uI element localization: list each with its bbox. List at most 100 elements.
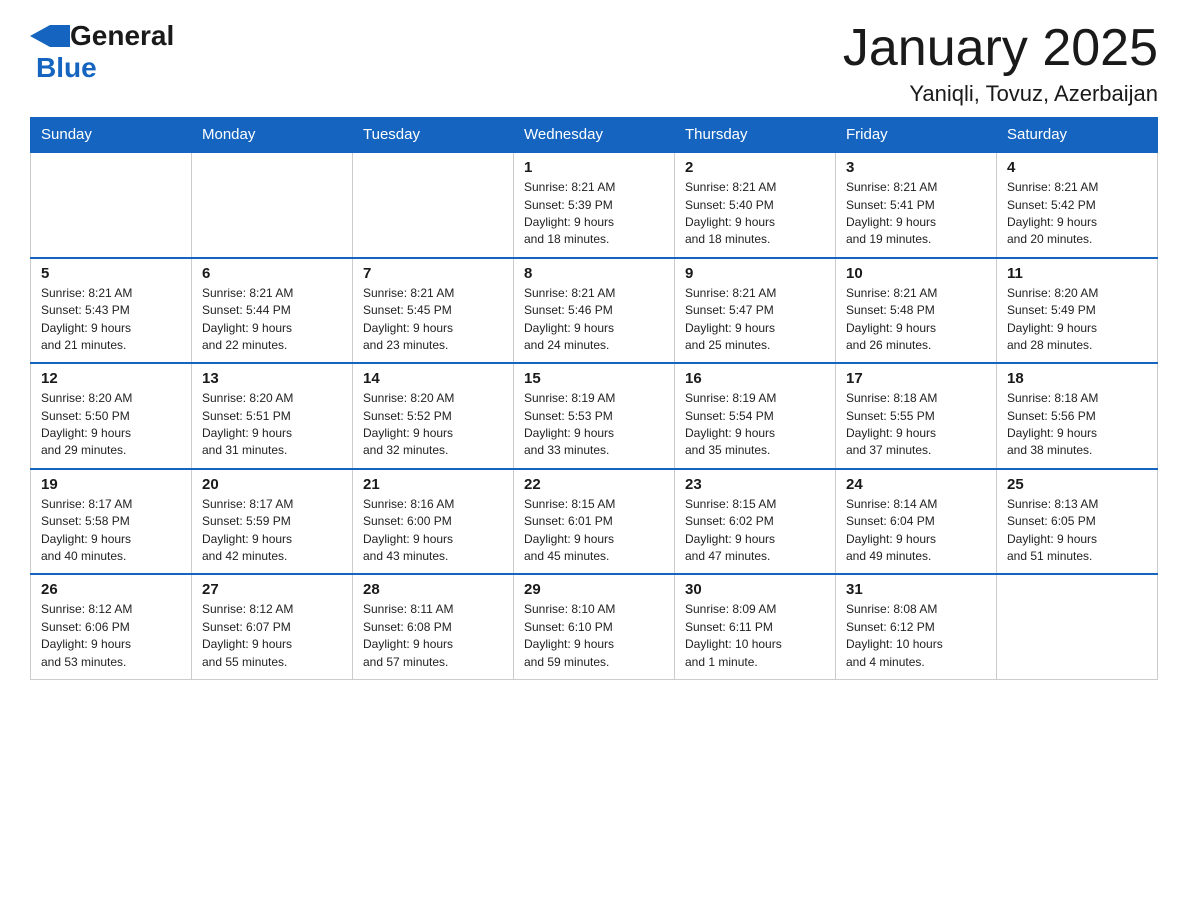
logo-general-text: General	[70, 20, 174, 52]
day-number: 5	[41, 265, 181, 282]
day-number: 12	[41, 370, 181, 387]
day-number: 27	[202, 581, 342, 598]
calendar-cell: 8 Sunrise: 8:21 AMSunset: 5:46 PMDaylight…	[514, 258, 675, 364]
calendar-table: SundayMondayTuesdayWednesdayThursdayFrid…	[30, 117, 1158, 680]
logo: General Blue	[30, 20, 174, 84]
calendar-cell: 20 Sunrise: 8:17 AMSunset: 5:59 PMDayligh…	[192, 469, 353, 575]
day-number: 6	[202, 265, 342, 282]
day-info: Sunrise: 8:18 AMSunset: 5:56 PMDaylight:…	[1007, 390, 1147, 460]
day-info: Sunrise: 8:09 AMSunset: 6:11 PMDaylight:…	[685, 601, 825, 671]
calendar-cell: 29Sunrise: 8:10 AMSunset: 6:10 PMDayligh…	[514, 574, 675, 679]
calendar-cell: 16 Sunrise: 8:19 AMSunset: 5:54 PMDayligh…	[675, 363, 836, 469]
day-number: 20	[202, 476, 342, 493]
day-info: Sunrise: 8:21 AMSunset: 5:45 PMDaylight:…	[363, 285, 503, 355]
day-info: Sunrise: 8:15 AMSunset: 6:02 PMDaylight:…	[685, 496, 825, 566]
calendar-cell: 22 Sunrise: 8:15 AMSunset: 6:01 PMDayligh…	[514, 469, 675, 575]
header-day-friday: Friday	[836, 118, 997, 153]
day-number: 18	[1007, 370, 1147, 387]
day-info: Sunrise: 8:19 AMSunset: 5:53 PMDaylight:…	[524, 390, 664, 460]
day-number: 2	[685, 159, 825, 176]
calendar-cell: 4Sunrise: 8:21 AMSunset: 5:42 PMDaylight…	[997, 152, 1158, 258]
day-number: 23	[685, 476, 825, 493]
calendar-body: 1Sunrise: 8:21 AMSunset: 5:39 PMDaylight…	[31, 152, 1158, 679]
day-info: Sunrise: 8:21 AMSunset: 5:47 PMDaylight:…	[685, 285, 825, 355]
day-info: Sunrise: 8:13 AMSunset: 6:05 PMDaylight:…	[1007, 496, 1147, 566]
calendar-cell: 28 Sunrise: 8:11 AMSunset: 6:08 PMDayligh…	[353, 574, 514, 679]
day-number: 1	[524, 159, 664, 176]
logo-container: General Blue	[30, 20, 174, 84]
calendar-cell: 27 Sunrise: 8:12 AMSunset: 6:07 PMDayligh…	[192, 574, 353, 679]
week-row-5: 26Sunrise: 8:12 AMSunset: 6:06 PMDayligh…	[31, 574, 1158, 679]
calendar-cell: 26Sunrise: 8:12 AMSunset: 6:06 PMDayligh…	[31, 574, 192, 679]
day-number: 28	[363, 581, 503, 598]
day-info: Sunrise: 8:21 AMSunset: 5:46 PMDaylight:…	[524, 285, 664, 355]
calendar-cell	[353, 152, 514, 258]
calendar-cell: 18 Sunrise: 8:18 AMSunset: 5:56 PMDayligh…	[997, 363, 1158, 469]
location: Yaniqli, Tovuz, Azerbaijan	[843, 81, 1158, 107]
calendar-cell: 19 Sunrise: 8:17 AMSunset: 5:58 PMDayligh…	[31, 469, 192, 575]
day-number: 22	[524, 476, 664, 493]
calendar-cell: 21 Sunrise: 8:16 AMSunset: 6:00 PMDayligh…	[353, 469, 514, 575]
calendar-cell: 10Sunrise: 8:21 AMSunset: 5:48 PMDayligh…	[836, 258, 997, 364]
calendar-cell: 24Sunrise: 8:14 AMSunset: 6:04 PMDayligh…	[836, 469, 997, 575]
calendar-cell: 11Sunrise: 8:20 AMSunset: 5:49 PMDayligh…	[997, 258, 1158, 364]
week-row-3: 12 Sunrise: 8:20 AMSunset: 5:50 PMDayligh…	[31, 363, 1158, 469]
day-info: Sunrise: 8:20 AMSunset: 5:50 PMDaylight:…	[41, 390, 181, 460]
day-info: Sunrise: 8:17 AMSunset: 5:58 PMDaylight:…	[41, 496, 181, 566]
header-day-thursday: Thursday	[675, 118, 836, 153]
calendar-cell: 30 Sunrise: 8:09 AMSunset: 6:11 PMDayligh…	[675, 574, 836, 679]
day-info: Sunrise: 8:18 AMSunset: 5:55 PMDaylight:…	[846, 390, 986, 460]
calendar-cell: 13Sunrise: 8:20 AMSunset: 5:51 PMDayligh…	[192, 363, 353, 469]
day-info: Sunrise: 8:20 AMSunset: 5:52 PMDaylight:…	[363, 390, 503, 460]
day-number: 15	[524, 370, 664, 387]
calendar-header: SundayMondayTuesdayWednesdayThursdayFrid…	[31, 118, 1158, 153]
calendar-cell: 15 Sunrise: 8:19 AMSunset: 5:53 PMDayligh…	[514, 363, 675, 469]
header-day-wednesday: Wednesday	[514, 118, 675, 153]
calendar-cell: 23 Sunrise: 8:15 AMSunset: 6:02 PMDayligh…	[675, 469, 836, 575]
day-number: 9	[685, 265, 825, 282]
day-info: Sunrise: 8:12 AMSunset: 6:07 PMDaylight:…	[202, 601, 342, 671]
day-info: Sunrise: 8:21 AMSunset: 5:41 PMDaylight:…	[846, 179, 986, 249]
calendar-cell: 1Sunrise: 8:21 AMSunset: 5:39 PMDaylight…	[514, 152, 675, 258]
day-number: 17	[846, 370, 986, 387]
calendar-cell: 3 Sunrise: 8:21 AMSunset: 5:41 PMDaylight…	[836, 152, 997, 258]
day-number: 19	[41, 476, 181, 493]
calendar-cell: 14Sunrise: 8:20 AMSunset: 5:52 PMDayligh…	[353, 363, 514, 469]
day-info: Sunrise: 8:21 AMSunset: 5:48 PMDaylight:…	[846, 285, 986, 355]
page-header: General Blue January 2025 Yaniqli, Tovuz…	[30, 20, 1158, 107]
day-number: 7	[363, 265, 503, 282]
header-day-tuesday: Tuesday	[353, 118, 514, 153]
day-number: 13	[202, 370, 342, 387]
day-number: 3	[846, 159, 986, 176]
day-number: 31	[846, 581, 986, 598]
day-number: 30	[685, 581, 825, 598]
day-info: Sunrise: 8:21 AMSunset: 5:44 PMDaylight:…	[202, 285, 342, 355]
calendar-cell: 2Sunrise: 8:21 AMSunset: 5:40 PMDaylight…	[675, 152, 836, 258]
day-info: Sunrise: 8:11 AMSunset: 6:08 PMDaylight:…	[363, 601, 503, 671]
header-day-monday: Monday	[192, 118, 353, 153]
day-number: 11	[1007, 265, 1147, 282]
day-number: 8	[524, 265, 664, 282]
day-info: Sunrise: 8:21 AMSunset: 5:43 PMDaylight:…	[41, 285, 181, 355]
day-info: Sunrise: 8:17 AMSunset: 5:59 PMDaylight:…	[202, 496, 342, 566]
day-number: 21	[363, 476, 503, 493]
calendar-cell: 25Sunrise: 8:13 AMSunset: 6:05 PMDayligh…	[997, 469, 1158, 575]
calendar-cell	[192, 152, 353, 258]
day-info: Sunrise: 8:12 AMSunset: 6:06 PMDaylight:…	[41, 601, 181, 671]
header-row: SundayMondayTuesdayWednesdayThursdayFrid…	[31, 118, 1158, 153]
day-number: 16	[685, 370, 825, 387]
calendar-cell: 7 Sunrise: 8:21 AMSunset: 5:45 PMDaylight…	[353, 258, 514, 364]
calendar-cell: 5 Sunrise: 8:21 AMSunset: 5:43 PMDaylight…	[31, 258, 192, 364]
calendar-cell: 31 Sunrise: 8:08 AMSunset: 6:12 PMDayligh…	[836, 574, 997, 679]
calendar-cell: 17 Sunrise: 8:18 AMSunset: 5:55 PMDayligh…	[836, 363, 997, 469]
calendar-cell	[31, 152, 192, 258]
day-info: Sunrise: 8:16 AMSunset: 6:00 PMDaylight:…	[363, 496, 503, 566]
day-number: 29	[524, 581, 664, 598]
day-info: Sunrise: 8:15 AMSunset: 6:01 PMDaylight:…	[524, 496, 664, 566]
header-day-sunday: Sunday	[31, 118, 192, 153]
calendar-cell	[997, 574, 1158, 679]
calendar-cell: 9 Sunrise: 8:21 AMSunset: 5:47 PMDaylight…	[675, 258, 836, 364]
day-info: Sunrise: 8:08 AMSunset: 6:12 PMDaylight:…	[846, 601, 986, 671]
day-info: Sunrise: 8:19 AMSunset: 5:54 PMDaylight:…	[685, 390, 825, 460]
header-day-saturday: Saturday	[997, 118, 1158, 153]
